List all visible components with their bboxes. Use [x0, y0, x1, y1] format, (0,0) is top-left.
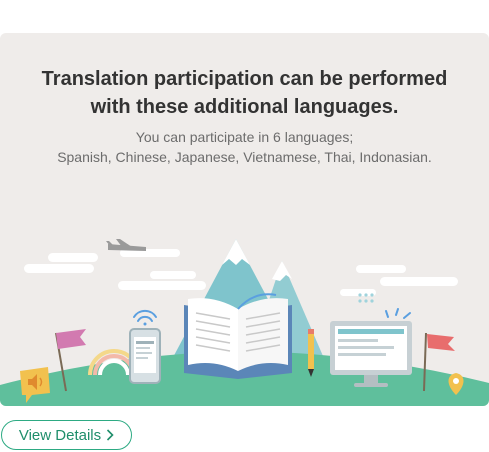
view-details-label: View Details — [18, 426, 102, 444]
pencil-icon — [308, 329, 314, 377]
cloud-icon — [340, 265, 458, 296]
smartphone-icon — [129, 328, 161, 384]
cloud-icon — [24, 249, 206, 290]
dots-pattern — [358, 293, 374, 303]
promo-banner: Translation participation can be perform… — [0, 33, 489, 406]
signal-icon — [385, 308, 411, 319]
language-illustration — [0, 239, 489, 406]
chevron-right-icon — [107, 429, 114, 441]
wifi-icon — [133, 310, 157, 326]
view-details-button[interactable]: View Details — [1, 420, 132, 450]
airplane-icon — [106, 239, 146, 251]
